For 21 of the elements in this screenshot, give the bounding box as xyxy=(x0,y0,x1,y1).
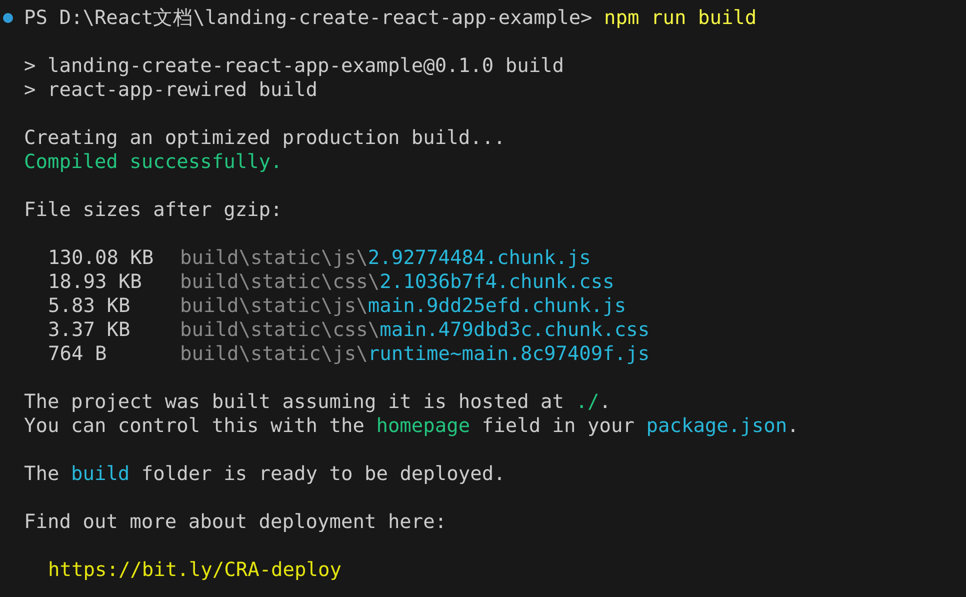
terminal-line: > landing-create-react-app-example@0.1.0 build xyxy=(24,53,564,80)
file-path: build\static\css\2.1036b7f4.chunk.css xyxy=(180,269,614,296)
file-path: build\static\js\main.9dd25efd.chunk.js xyxy=(180,293,626,320)
file-size: 18.93 KB xyxy=(48,269,143,296)
terminal-line: The build folder is ready to be deployed. xyxy=(24,461,506,488)
terminal-line: File sizes after gzip: xyxy=(24,197,282,224)
terminal-line: Creating an optimized production build... xyxy=(24,125,506,152)
file-path: build\static\js\runtime~main.8c97409f.js xyxy=(180,341,650,368)
terminal-line: PS D:\React文档\landing-create-react-app-example> npm run build xyxy=(24,5,757,32)
terminal-line: You can control this with the homepage field in your package.json. xyxy=(24,413,799,440)
terminal-line: https://bit.ly/CRA-deploy xyxy=(48,557,342,584)
file-size: 5.83 KB xyxy=(48,293,132,320)
file-size: 3.37 KB xyxy=(48,317,132,344)
terminal-line: > react-app-rewired build xyxy=(24,77,318,104)
terminal-line: Compiled successfully. xyxy=(24,149,282,176)
file-path: build\static\js\2.92774484.chunk.js xyxy=(180,245,591,272)
terminal-line: Find out more about deployment here: xyxy=(24,509,447,536)
file-size: 130.08 KB xyxy=(48,245,155,272)
file-size: 764 B xyxy=(48,341,108,368)
file-path: build\static\css\main.479dbd3c.chunk.css xyxy=(180,317,650,344)
terminal-line: The project was built assuming it is hosted at ./. xyxy=(24,389,612,416)
